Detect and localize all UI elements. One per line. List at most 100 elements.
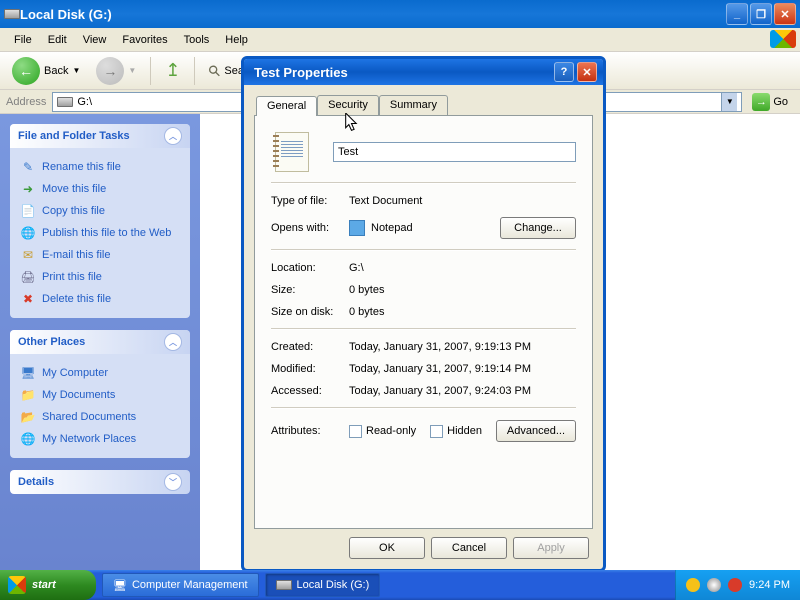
cancel-button[interactable]: Cancel xyxy=(431,537,507,559)
tab-content: Type of file:Text Document Opens with: N… xyxy=(254,115,593,529)
task-label: Print this file xyxy=(42,271,102,283)
computer-management-icon: 🖥 xyxy=(113,579,127,592)
menu-file[interactable]: File xyxy=(6,31,40,49)
collapse-icon[interactable]: ︿ xyxy=(164,333,182,351)
accessed-value: Today, January 31, 2007, 9:24:03 PM xyxy=(349,385,576,397)
file-tasks-header[interactable]: File and Folder Tasks ︿ xyxy=(10,124,190,148)
task-network[interactable]: 🌐 My Network Places xyxy=(20,428,180,450)
task-rename[interactable]: ✎Rename this file xyxy=(20,156,180,178)
tab-summary[interactable]: Summary xyxy=(379,95,448,115)
menu-help[interactable]: Help xyxy=(217,31,256,49)
shared-icon: 📂 xyxy=(20,409,36,425)
task-publish[interactable]: 🌐Publish this file to the Web xyxy=(20,222,180,244)
readonly-checkbox[interactable] xyxy=(349,425,362,438)
back-arrow-icon: ← xyxy=(12,57,40,85)
print-icon: 🖨 xyxy=(20,269,36,285)
created-label: Created: xyxy=(271,341,349,353)
apply-button[interactable]: Apply xyxy=(513,537,589,559)
task-shared[interactable]: 📂 Shared Documents xyxy=(20,406,180,428)
menu-favorites[interactable]: Favorites xyxy=(114,31,175,49)
start-button[interactable]: start xyxy=(0,570,96,600)
forward-button[interactable]: → ▼ xyxy=(90,55,142,87)
size-on-disk-label: Size on disk: xyxy=(271,306,349,318)
close-button[interactable]: ✕ xyxy=(774,3,796,25)
documents-icon: 📁 xyxy=(20,387,36,403)
address-dropdown[interactable]: ▼ xyxy=(721,93,737,111)
task-label: Delete this file xyxy=(42,293,111,305)
menu-view[interactable]: View xyxy=(75,31,115,49)
filename-input[interactable] xyxy=(333,142,576,162)
system-tray[interactable]: 9:24 PM xyxy=(675,570,800,600)
dialog-buttons: OK Cancel Apply xyxy=(254,529,593,559)
notepad-icon xyxy=(349,220,365,236)
back-button[interactable]: ← Back ▼ xyxy=(6,55,86,87)
dialog-title: Test Properties xyxy=(250,65,554,80)
task-label: My Computer xyxy=(42,367,108,379)
details-panel: Details ﹀ xyxy=(10,470,190,494)
change-button[interactable]: Change... xyxy=(500,217,576,239)
task-move[interactable]: ➜Move this file xyxy=(20,178,180,200)
task-label: Copy this file xyxy=(42,205,105,217)
drive-icon xyxy=(4,9,20,19)
dialog-close-button[interactable]: ✕ xyxy=(577,62,597,82)
other-places-panel: Other Places ︿ 🖥My Computer📁My Documents… xyxy=(10,330,190,458)
readonly-label: Read-only xyxy=(366,425,416,437)
help-button[interactable]: ? xyxy=(554,62,574,82)
rename-icon: ✎ xyxy=(20,159,36,175)
maximize-button[interactable]: ❐ xyxy=(750,3,772,25)
hidden-checkbox[interactable] xyxy=(430,425,443,438)
windows-flag-icon xyxy=(770,30,796,48)
ok-button[interactable]: OK xyxy=(349,537,425,559)
tray-alert-icon[interactable] xyxy=(728,578,742,592)
clock[interactable]: 9:24 PM xyxy=(749,579,790,591)
other-places-header[interactable]: Other Places ︿ xyxy=(10,330,190,354)
menu-edit[interactable]: Edit xyxy=(40,31,75,49)
copy-icon: 📄 xyxy=(20,203,36,219)
properties-dialog: Test Properties ? ✕ General Security Sum… xyxy=(241,56,606,572)
details-header[interactable]: Details ﹀ xyxy=(10,470,190,494)
address-label: Address xyxy=(6,96,46,108)
collapse-icon[interactable]: ︿ xyxy=(164,127,182,145)
task-computer[interactable]: 🖥My Computer xyxy=(20,362,180,384)
file-type-icon xyxy=(275,132,309,172)
up-folder-icon: ↥ xyxy=(165,60,180,81)
up-button[interactable]: ↥ xyxy=(159,58,186,83)
tray-volume-icon[interactable] xyxy=(707,578,721,592)
task-label: E-mail this file xyxy=(42,249,110,261)
tab-general[interactable]: General xyxy=(256,96,317,116)
taskbar: start 🖥 Computer Management Local Disk (… xyxy=(0,570,800,600)
go-button[interactable]: → Go xyxy=(746,91,794,113)
tab-security[interactable]: Security xyxy=(317,95,379,115)
dialog-title-bar[interactable]: Test Properties ? ✕ xyxy=(244,59,603,85)
task-label: My Network Places xyxy=(42,433,136,445)
email-icon: ✉ xyxy=(20,247,36,263)
task-copy[interactable]: 📄 Copy this file xyxy=(20,200,180,222)
move-icon: ➜ xyxy=(20,181,36,197)
task-label: Shared Documents xyxy=(42,411,136,423)
minimize-button[interactable]: _ xyxy=(726,3,748,25)
type-label: Type of file: xyxy=(271,195,349,207)
location-value: G:\ xyxy=(349,262,576,274)
menu-tools[interactable]: Tools xyxy=(176,31,218,49)
size-value: 0 bytes xyxy=(349,284,576,296)
advanced-button[interactable]: Advanced... xyxy=(496,420,576,442)
expand-icon[interactable]: ﹀ xyxy=(164,473,182,491)
search-icon: ⚲ xyxy=(205,60,226,81)
task-documents[interactable]: 📁My Documents xyxy=(20,384,180,406)
chevron-down-icon: ▼ xyxy=(128,66,136,75)
task-print[interactable]: 🖨 Print this file xyxy=(20,266,180,288)
taskbar-item-computer-management[interactable]: 🖥 Computer Management xyxy=(102,573,259,597)
hidden-label: Hidden xyxy=(447,425,482,437)
network-icon: 🌐 xyxy=(20,431,36,447)
type-value: Text Document xyxy=(349,195,576,207)
task-delete[interactable]: ✖Delete this file xyxy=(20,288,180,310)
tray-shield-icon[interactable] xyxy=(686,578,700,592)
taskbar-item-local-disk[interactable]: Local Disk (G:) xyxy=(265,573,381,597)
task-email[interactable]: ✉ E-mail this file xyxy=(20,244,180,266)
go-arrow-icon: → xyxy=(752,93,770,111)
window-title: Local Disk (G:) xyxy=(20,7,724,22)
drive-icon xyxy=(276,580,292,590)
sidebar: File and Folder Tasks ︿ ✎Rename this fil… xyxy=(0,114,200,570)
explorer-title-bar: Local Disk (G:) _ ❐ ✕ xyxy=(0,0,800,28)
file-tasks-panel: File and Folder Tasks ︿ ✎Rename this fil… xyxy=(10,124,190,318)
